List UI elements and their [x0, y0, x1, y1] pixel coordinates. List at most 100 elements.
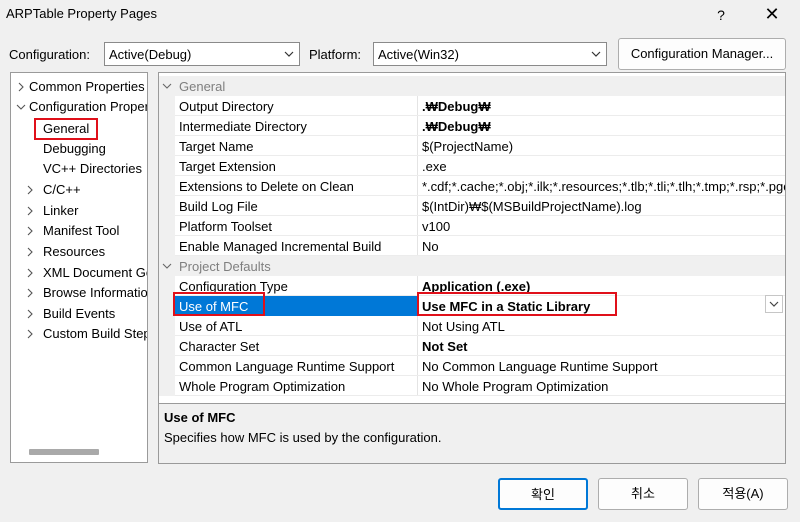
property-name: Output Directory	[179, 99, 274, 114]
tree-item-label: Manifest Tool	[43, 223, 120, 238]
property-value: No Whole Program Optimization	[422, 379, 609, 394]
tree-item-resources[interactable]: Resources	[25, 242, 147, 262]
tree-item-label: Build Events	[43, 306, 116, 321]
tree-item-label: Linker	[43, 203, 79, 218]
chevron-right-icon	[27, 226, 33, 236]
description-title: Use of MFC	[164, 410, 236, 425]
property-value: No Common Language Runtime Support	[422, 359, 658, 374]
ok-button[interactable]: 확인	[498, 478, 588, 510]
tree-item-label: Custom Build Step	[43, 326, 148, 341]
chevron-right-icon	[27, 247, 33, 257]
property-name: Whole Program Optimization	[179, 379, 346, 394]
property-name: Common Language Runtime Support	[179, 359, 395, 374]
property-name: Target Extension	[179, 159, 276, 174]
description-pane: Use of MFC Specifies how MFC is used by …	[159, 403, 785, 463]
chevron-right-icon	[18, 82, 24, 92]
help-button[interactable]: ?	[706, 0, 736, 30]
property-value: .₩Debug₩	[422, 119, 491, 134]
category-general[interactable]: General	[159, 76, 785, 96]
property-name: Platform Toolset	[179, 219, 272, 234]
window-title: ARPTable Property Pages	[6, 6, 158, 21]
chevron-right-icon	[27, 268, 33, 278]
property-tree[interactable]: Common Properties Configuration Properti…	[10, 72, 148, 463]
category-project-defaults[interactable]: Project Defaults	[159, 256, 785, 276]
property-grid[interactable]: General Output Directory .₩Debug₩ Interm…	[158, 72, 786, 464]
property-row[interactable]: Character Set Not Set	[159, 336, 785, 356]
property-value: .₩Debug₩	[422, 99, 491, 114]
tree-horizontal-scrollbar[interactable]	[29, 449, 99, 455]
title-bar: ARPTable Property Pages ? ✕	[0, 0, 800, 30]
tree-item-browse-information[interactable]: Browse Information	[25, 283, 147, 303]
platform-dropdown[interactable]: Active(Win32)	[373, 42, 607, 66]
platform-value: Active(Win32)	[378, 47, 459, 62]
chevron-down-icon	[162, 83, 172, 89]
tree-item-custom-build-step[interactable]: Custom Build Step	[25, 324, 148, 344]
property-row[interactable]: Common Language Runtime Support No Commo…	[159, 356, 785, 376]
property-name: Enable Managed Incremental Build	[179, 239, 382, 254]
chevron-right-icon	[27, 329, 33, 339]
configuration-label: Configuration:	[9, 47, 90, 62]
tree-item-build-events[interactable]: Build Events	[25, 304, 147, 324]
configuration-dropdown[interactable]: Active(Debug)	[104, 42, 300, 66]
property-name: Intermediate Directory	[179, 119, 307, 134]
property-name: Extensions to Delete on Clean	[179, 179, 354, 194]
tree-item-label: Resources	[43, 244, 106, 259]
tree-item-label: C/C++	[43, 182, 81, 197]
property-name: Character Set	[179, 339, 260, 354]
tree-item-linker[interactable]: Linker	[25, 201, 147, 221]
chevron-right-icon	[27, 185, 33, 195]
use-of-mfc-value-highlight	[417, 292, 617, 316]
property-value: Not Set	[422, 339, 468, 354]
category-label: General	[179, 79, 226, 94]
category-label: Project Defaults	[179, 259, 271, 274]
property-row[interactable]: Output Directory .₩Debug₩	[159, 96, 785, 116]
property-name: Target Name	[179, 139, 254, 154]
tree-item-label: XML Document Generator	[43, 265, 147, 280]
close-button[interactable]: ✕	[754, 0, 790, 30]
tree-item-configuration-properties[interactable]: Configuration Properties	[11, 97, 147, 117]
property-row[interactable]: Whole Program Optimization No Whole Prog…	[159, 376, 785, 396]
property-value: *.cdf;*.cache;*.obj;*.ilk;*.resources;*.…	[422, 179, 786, 194]
property-row[interactable]: Build Log File $(IntDir)₩$(MSBuildProjec…	[159, 196, 785, 216]
property-value: Not Using ATL	[422, 319, 505, 334]
chevron-down-icon	[162, 263, 172, 269]
tree-item-general[interactable]: General	[43, 119, 89, 139]
tree-item-xml-document-generator[interactable]: XML Document Generator	[25, 263, 147, 283]
property-value: .exe	[422, 159, 447, 174]
property-row[interactable]: Platform Toolset v100	[159, 216, 785, 236]
tree-item-label: Configuration Properties	[29, 99, 147, 114]
chevron-right-icon	[27, 206, 33, 216]
property-row[interactable]: Use of ATL Not Using ATL	[159, 316, 785, 336]
property-value: No	[422, 239, 439, 254]
property-row[interactable]: Target Name $(ProjectName)	[159, 136, 785, 156]
chevron-right-icon	[27, 309, 33, 319]
chevron-down-icon	[591, 51, 601, 57]
cancel-button[interactable]: 취소	[598, 478, 688, 510]
tree-item-c-cpp[interactable]: C/C++	[25, 180, 147, 200]
tree-item-common-properties[interactable]: Common Properties	[11, 77, 147, 97]
property-row[interactable]: Intermediate Directory .₩Debug₩	[159, 116, 785, 136]
property-row[interactable]: Extensions to Delete on Clean *.cdf;*.ca…	[159, 176, 786, 196]
tree-item-vc-directories[interactable]: VC++ Directories	[43, 159, 142, 179]
platform-label: Platform:	[309, 47, 362, 62]
chevron-right-icon	[27, 288, 33, 298]
value-dropdown-button[interactable]	[765, 295, 783, 313]
property-name: Use of ATL	[179, 319, 243, 334]
chevron-down-icon	[16, 104, 26, 110]
tree-item-label: Common Properties	[29, 79, 145, 94]
property-value: v100	[422, 219, 451, 234]
cancel-label: 취소	[631, 486, 655, 501]
description-text: Specifies how MFC is used by the configu…	[164, 430, 442, 445]
tree-item-manifest-tool[interactable]: Manifest Tool	[25, 221, 147, 241]
property-value: $(ProjectName)	[422, 139, 514, 154]
apply-button[interactable]: 적용(A)	[698, 478, 788, 510]
ok-label: 확인	[531, 487, 555, 502]
tree-item-debugging[interactable]: Debugging	[43, 139, 106, 159]
configuration-manager-label: Configuration Manager...	[630, 46, 774, 61]
property-row[interactable]: Enable Managed Incremental Build No	[159, 236, 785, 256]
property-row[interactable]: Target Extension .exe	[159, 156, 785, 176]
apply-label: 적용(A)	[722, 486, 764, 501]
chevron-down-icon	[284, 51, 294, 57]
property-name: Build Log File	[179, 199, 258, 214]
configuration-manager-button[interactable]: Configuration Manager...	[618, 38, 786, 70]
